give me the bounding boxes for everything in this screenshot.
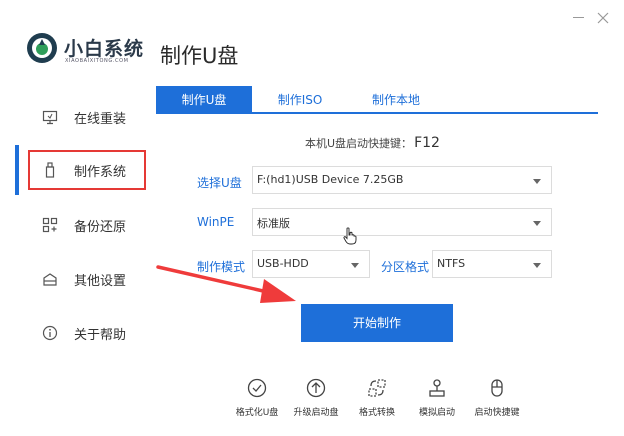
tool-label: 格式化U盘	[235, 408, 279, 418]
sidebar-item-label: 备份还原	[74, 220, 127, 235]
sidebar-item-online-reinstall[interactable]: 在线重装	[28, 97, 146, 137]
app-logo: 小白系统 XIAOBAIXITONG.COM	[26, 30, 146, 70]
hotkey-label: 本机U盘启动快捷键：	[305, 137, 413, 150]
tab-make-usb[interactable]: 制作U盘	[156, 86, 252, 114]
tool-label: 升级启动盘	[293, 408, 339, 418]
usb-select-label: 选择U盘	[197, 176, 242, 190]
sidebar-item-about-help[interactable]: 关于帮助	[28, 313, 146, 353]
tool-format-usb[interactable]: 格式化U盘	[227, 378, 287, 422]
tab-make-local[interactable]: 制作本地	[348, 86, 444, 114]
minimize-button[interactable]	[572, 10, 586, 24]
box-icon	[43, 273, 57, 286]
tool-upgrade-boot-disk[interactable]: 升级启动盘	[286, 378, 346, 422]
usb-icon	[45, 162, 55, 178]
tool-label: 格式转换	[358, 408, 395, 418]
chevron-down-icon	[351, 263, 359, 268]
convert-icon	[368, 379, 386, 397]
sidebar-item-label: 其他设置	[74, 274, 127, 289]
usb-select[interactable]: F:(hd1)USB Device 7.25GB	[252, 166, 552, 194]
tool-label: 模拟启动	[418, 408, 455, 418]
check-circle-icon	[247, 378, 267, 398]
tool-format-convert[interactable]: 格式转换	[347, 378, 407, 422]
tool-boot-hotkey[interactable]: 启动快捷键	[467, 378, 527, 422]
partition-select[interactable]: NTFS	[432, 250, 552, 278]
tool-label: 启动快捷键	[474, 408, 520, 418]
sidebar-item-make-system[interactable]: 制作系统	[28, 150, 146, 190]
app-name: 小白系统	[64, 38, 145, 60]
sidebar-item-label: 制作系统	[74, 165, 127, 180]
winpe-select[interactable]: 标准版	[252, 208, 552, 236]
app-window: 小白系统 XIAOBAIXITONG.COM 制作U盘 在线重装 制作系统 备份…	[0, 0, 624, 436]
tab-bar: 制作U盘 制作ISO 制作本地	[156, 86, 598, 114]
up-arrow-circle-icon	[306, 378, 326, 398]
close-button[interactable]	[596, 10, 610, 24]
sidebar-item-label: 关于帮助	[74, 328, 127, 343]
close-icon	[597, 12, 609, 24]
mouse-icon	[491, 379, 503, 397]
sidebar-item-backup-restore[interactable]: 备份还原	[28, 205, 146, 245]
usb-select-value: F:(hd1)USB Device 7.25GB	[257, 173, 404, 186]
hotkey-info: 本机U盘启动快捷键： F12	[305, 135, 440, 151]
tab-make-iso[interactable]: 制作ISO	[252, 86, 348, 114]
hotkey-key: F12	[414, 135, 440, 151]
sidebar-active-indicator	[15, 145, 19, 195]
winpe-label: WinPE	[197, 215, 235, 229]
tool-simulate-boot[interactable]: 模拟启动	[407, 378, 467, 422]
app-subtitle: XIAOBAIXITONG.COM	[65, 58, 129, 64]
page-title: 制作U盘	[160, 44, 239, 68]
chevron-down-icon	[533, 263, 541, 268]
logo-icon	[27, 33, 57, 63]
start-button[interactable]: 开始制作	[301, 304, 453, 342]
info-icon	[42, 325, 58, 341]
sidebar-item-other-settings[interactable]: 其他设置	[28, 259, 146, 299]
hand-cursor-icon	[343, 227, 357, 245]
monitor-icon	[42, 110, 58, 125]
red-arrow-annotation	[156, 265, 296, 303]
joystick-icon	[429, 379, 445, 397]
winpe-select-value: 标准版	[257, 217, 290, 230]
partition-label: 分区格式	[381, 260, 430, 274]
chevron-down-icon	[533, 221, 541, 226]
sidebar-item-label: 在线重装	[74, 112, 127, 127]
grid-icon	[42, 217, 58, 233]
partition-select-value: NTFS	[437, 257, 466, 270]
chevron-down-icon	[533, 179, 541, 184]
